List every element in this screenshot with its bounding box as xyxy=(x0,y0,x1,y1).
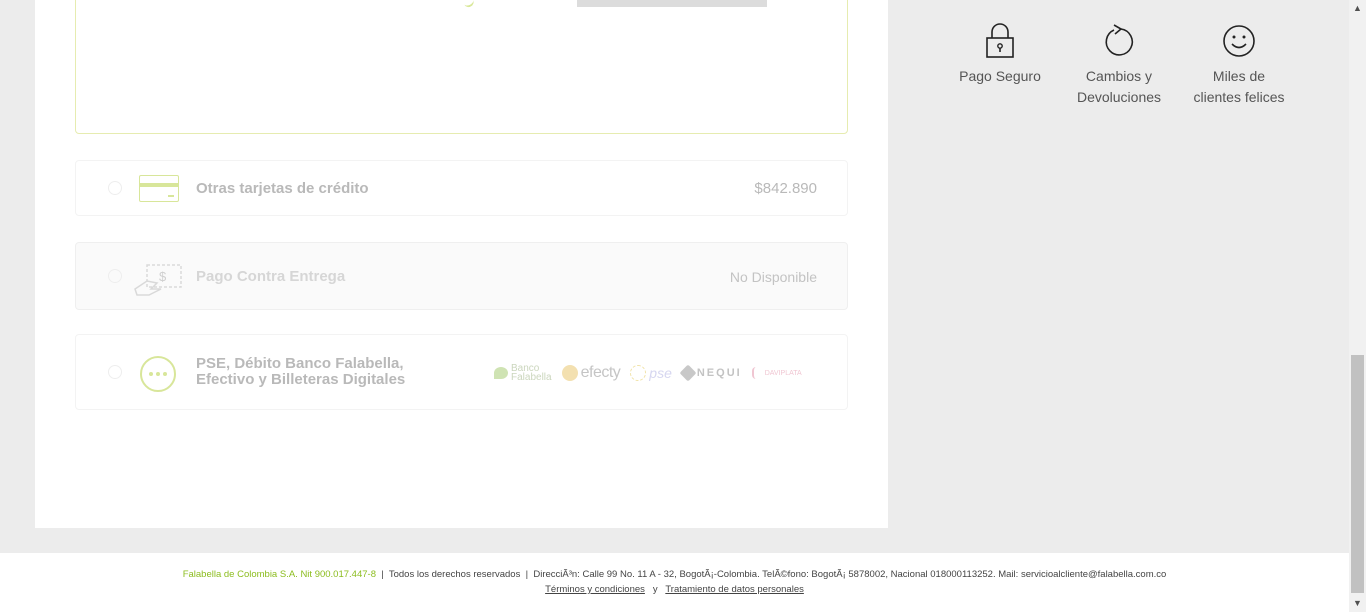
terms-link[interactable]: Términos y condiciones xyxy=(545,584,645,595)
payment-option-cash-on-delivery: $ Pago Contra Entrega No Disponible xyxy=(75,242,848,310)
cash-delivery-icon: $ xyxy=(134,264,182,296)
smiley-icon xyxy=(1223,25,1255,57)
return-arrow-icon xyxy=(1105,24,1134,56)
privacy-link[interactable]: Tratamiento de datos personales xyxy=(665,584,804,595)
more-dots-icon xyxy=(140,356,176,392)
radio-other-cards[interactable] xyxy=(108,181,122,195)
option-label: Pago Contra Entrega xyxy=(196,268,346,285)
payment-logos: Banco Falabella efecty pse NEQUI DAVIPLAT… xyxy=(494,361,802,385)
feature-secure-payment: Pago Seguro xyxy=(940,22,1060,87)
radio-cash-on-delivery xyxy=(108,269,122,283)
feature-label-line2: Devoluciones xyxy=(1076,89,1162,105)
card-placeholder-bar xyxy=(577,0,767,7)
feature-label-line1: Miles de xyxy=(1212,68,1266,84)
option-label-line2: Efectivo y Billeteras Digitales xyxy=(196,371,406,388)
feature-label-line1: Cambios y xyxy=(1085,68,1153,84)
credit-card-icon xyxy=(139,175,179,202)
footer-address: DirecciÃ³n: Calle 99 No. 11 A - 32, Bogo… xyxy=(533,569,1167,580)
payment-option-other-cards[interactable]: Otras tarjetas de crédito $842.890 xyxy=(75,160,848,216)
option-status: No Disponible xyxy=(729,269,817,285)
feature-happy-clients: Miles de clientes felices xyxy=(1179,22,1299,108)
leaf-decoration xyxy=(462,0,476,9)
svg-text:$: $ xyxy=(159,269,167,284)
vertical-scrollbar[interactable]: ▲ ▼ xyxy=(1349,0,1366,612)
feature-label-line2: clientes felices xyxy=(1193,89,1285,105)
option-label: PSE, Débito Banco Falabella, Efectivo y … xyxy=(196,356,405,388)
footer-legal-line: Falabella de Colombia S.A. Nit 900.017.4… xyxy=(0,569,1349,580)
scrollbar-thumb[interactable] xyxy=(1351,355,1364,593)
lock-icon xyxy=(986,23,1014,58)
page-footer: Falabella de Colombia S.A. Nit 900.017.4… xyxy=(0,553,1349,612)
selected-payment-card xyxy=(75,0,848,134)
pse-logo: pse xyxy=(630,365,672,381)
scroll-down-arrow-icon[interactable]: ▼ xyxy=(1349,595,1366,612)
scroll-up-arrow-icon[interactable]: ▲ xyxy=(1349,0,1366,17)
footer-separator: | xyxy=(525,569,529,580)
footer-links: Términos y condiciones y Tratamiento de … xyxy=(0,584,1349,595)
option-label-line1: PSE, Débito Banco Falabella, xyxy=(196,355,404,372)
feature-label: Pago Seguro xyxy=(959,68,1041,84)
footer-brand: Falabella de Colombia S.A. Nit 900.017.4… xyxy=(182,569,376,580)
footer-separator: | xyxy=(381,569,384,580)
option-price: $842.890 xyxy=(754,180,817,197)
efecty-logo: efecty xyxy=(561,364,621,382)
radio-pse[interactable] xyxy=(108,365,122,379)
nequi-logo: NEQUI xyxy=(679,364,742,382)
footer-conjunction: y xyxy=(652,584,658,595)
payment-option-pse[interactable]: PSE, Débito Banco Falabella, Efectivo y … xyxy=(75,334,848,410)
option-label: Otras tarjetas de crédito xyxy=(196,180,369,197)
footer-rights: Todos los derechos reservados xyxy=(388,569,521,580)
feature-returns: Cambios y Devoluciones xyxy=(1059,22,1179,108)
daviplata-logo: DAVIPLATA xyxy=(751,367,802,379)
banco-falabella-logo: Banco Falabella xyxy=(494,364,552,383)
